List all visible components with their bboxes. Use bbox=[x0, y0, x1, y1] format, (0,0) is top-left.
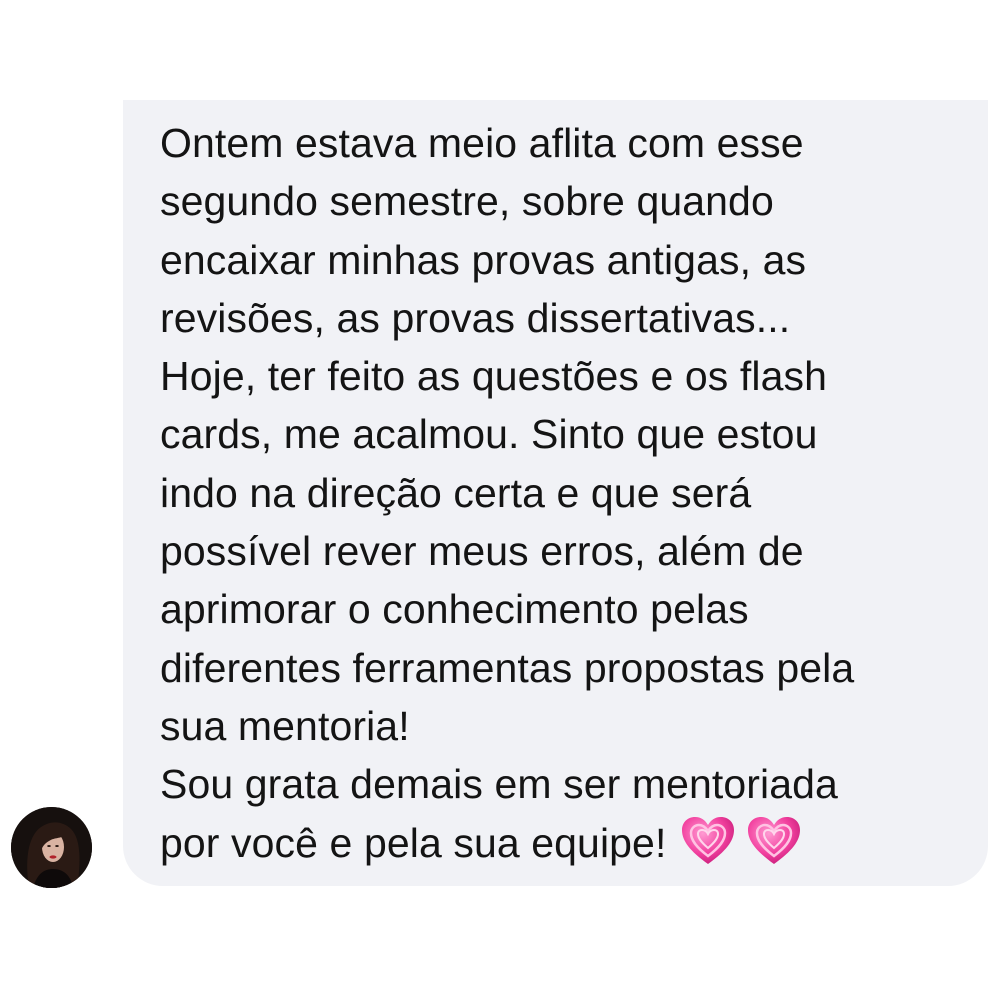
message-line: Ontem estava meio aflita com esse bbox=[160, 120, 804, 166]
chat-screen: Ontem estava meio aflita com esse segund… bbox=[0, 0, 1000, 1000]
avatar-photo-icon bbox=[11, 807, 92, 888]
message-line: aprimorar o conhecimento pelas bbox=[160, 586, 749, 633]
message-line: Hoje, ter feito as questões e os flash bbox=[160, 353, 828, 400]
message-line: cards, me acalmou. Sinto que estou bbox=[160, 411, 818, 458]
sparkling-heart-icon bbox=[682, 816, 735, 864]
message-line: indo na direção certa e que será bbox=[160, 469, 752, 516]
message-line: sua mentoria! bbox=[160, 702, 410, 749]
message-line: revisões, as provas dissertativas... bbox=[160, 294, 791, 341]
avatar[interactable] bbox=[11, 807, 92, 888]
message-line: encaixar minhas provas antigas, as bbox=[160, 236, 807, 283]
message-line: diferentes ferramentas propostas pela bbox=[160, 644, 855, 691]
message-line: possível rever meus erros, além de bbox=[160, 528, 804, 575]
message-line: segundo semestre, sobre quando bbox=[160, 178, 774, 225]
emoji-group bbox=[680, 815, 802, 867]
sparkling-heart-icon bbox=[748, 816, 801, 864]
message-last-line: por você e pela sua equipe! bbox=[160, 814, 968, 872]
message-line: Sou grata demais em ser mentoriada bbox=[160, 761, 838, 808]
message-line-text: por você e pela sua equipe! bbox=[160, 819, 667, 866]
message-bubble[interactable]: Ontem estava meio aflita com esse segund… bbox=[123, 100, 988, 886]
